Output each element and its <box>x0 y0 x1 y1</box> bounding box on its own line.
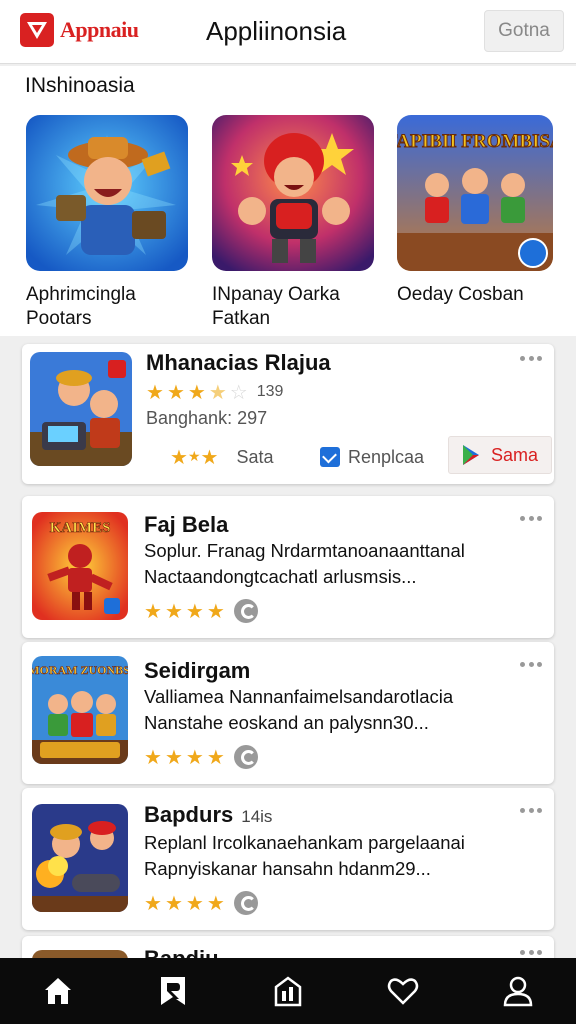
featured-card-2-name: INpanay Oarka Fatkan <box>212 284 340 329</box>
featured-section-label: INshinoasia <box>25 74 135 97</box>
highlight-meta: Banghank: 297 <box>146 408 268 428</box>
refresh-icon[interactable] <box>233 599 258 623</box>
home-icon <box>44 978 71 1004</box>
star-icon: ★ <box>185 891 204 915</box>
more-options-icon[interactable] <box>520 516 542 524</box>
highlight-star-label: Sata <box>236 446 274 467</box>
list-item-rating: ★ ★ ★ ★ <box>144 745 258 769</box>
star-icon: ★ <box>206 891 225 915</box>
list-item-desc-2: Nanstahe eoskand an palysnn30... <box>144 712 429 733</box>
featured-card-1-name: Aphrimcingla Pootars <box>26 284 136 329</box>
list-item-title: Faj Bela <box>144 512 229 537</box>
logo-text: Appnaiu <box>60 17 139 42</box>
highlight-secondary-button[interactable]: Renplcaa <box>320 438 432 476</box>
list-item[interactable]: KAIMES Faj Bela Soplur. Franag Nrdarmtan… <box>22 496 554 638</box>
person-icon <box>504 976 533 1007</box>
game-art-text: KAIMES <box>50 520 111 536</box>
star-icon: ★ <box>144 891 162 915</box>
featured-card-1[interactable]: Aphrimcingla Pootars <box>26 115 188 331</box>
star-icon: ★ <box>164 891 183 915</box>
highlight-card[interactable]: Mhanacias Rlajua ★ ★ ★ ★ ☆ 139 Banghank:… <box>22 344 554 484</box>
highlight-rating-count: 139 <box>256 383 284 400</box>
list-item-desc-1: Soplur. Franag Nrdarmtanoanaanttanal <box>144 540 465 561</box>
team-battle-icon: FAPIBII FROMBISA <box>397 115 553 271</box>
app-header: Appnaiu Appliinonsia Gotna <box>0 0 576 64</box>
empty-star-icon: ☆ <box>229 380 248 404</box>
list-item-title: Seidirgam <box>144 658 251 683</box>
star-icon: ★ <box>146 380 164 404</box>
more-options-icon[interactable] <box>520 808 542 816</box>
star-icon: ★ <box>164 599 183 623</box>
updates-icon <box>274 976 302 1007</box>
game-icon <box>32 804 128 912</box>
nav-profile[interactable] <box>488 966 548 1016</box>
refresh-icon[interactable] <box>233 745 258 769</box>
highlight-secondary-label: Renplcaa <box>348 446 425 467</box>
more-options-icon[interactable] <box>520 662 542 670</box>
game-icon: KAIMES <box>32 512 128 620</box>
heart-icon <box>387 978 419 1005</box>
list-item-title: Bapdurs 14is <box>144 802 273 827</box>
star-icon: ★ <box>187 380 206 404</box>
featured-card-3[interactable]: FAPIBII FROMBISA Oeday Cosban <box>397 115 553 307</box>
more-options-icon[interactable] <box>520 950 542 958</box>
logo-icon <box>20 13 54 47</box>
highlight-rating: ★ ★ ★ ★ ☆ 139 <box>146 382 283 402</box>
highlight-title: Mhanacias Rlajua <box>146 350 331 375</box>
game-icon: SMORAM ZUONBSA <box>32 656 128 764</box>
star-icon: ★ <box>166 380 185 404</box>
nav-home[interactable] <box>28 966 88 1016</box>
star-icon: ★ <box>144 599 162 623</box>
highlight-star-action[interactable]: ★ ★ ★ Sata <box>170 438 273 476</box>
highlight-primary-button[interactable]: Sama <box>448 436 552 474</box>
half-star-icon: ★ <box>208 380 227 404</box>
game-art-text: SMORAM ZUONBSA <box>32 663 128 677</box>
star-icon: ★ <box>164 745 183 769</box>
list-item-desc-1: Replanl Ircolkanaehankam pargelaanai <box>144 832 465 853</box>
featured-card-2[interactable]: INpanay Oarka Fatkan <box>212 115 374 331</box>
list-item-rating: ★ ★ ★ ★ <box>144 891 258 915</box>
highlight-primary-label: Sama <box>491 444 539 465</box>
red-helmet-hero-icon <box>212 115 374 271</box>
list-item[interactable]: Bapdurs 14is Replanl Ircolkanaehankam par… <box>22 788 554 930</box>
header-action-button[interactable]: Gotna <box>484 10 564 52</box>
checkbox-icon <box>320 447 340 467</box>
star-icon: ★ <box>170 445 188 469</box>
bottom-nav <box>0 958 576 1024</box>
cartoon-hero-icon <box>26 115 188 271</box>
list-item[interactable]: SMORAM ZUONBSA Seidirgam Valliamea Nanna… <box>22 642 554 784</box>
star-icon: ★ <box>206 599 225 623</box>
bookmark-icon <box>160 977 185 1005</box>
star-icon: ★ <box>200 445 219 469</box>
nav-favorites[interactable] <box>373 966 433 1016</box>
list-item-rating: ★ ★ ★ ★ <box>144 599 258 623</box>
highlight-game-icon <box>30 352 132 466</box>
team-battle-art-text: FAPIBII FROMBISA <box>397 131 553 152</box>
list-item-desc-2: Nactaandongtcachatl arlusmsis... <box>144 566 417 587</box>
star-icon: ★ <box>185 599 204 623</box>
app-logo[interactable]: Appnaiu <box>20 13 139 47</box>
star-icon: ★ <box>185 745 204 769</box>
star-icon: ★ <box>206 745 225 769</box>
more-options-icon[interactable] <box>520 356 542 364</box>
nav-updates[interactable] <box>258 966 318 1016</box>
list-item-desc-2: Rapnyiskanar hansahn hdanm29... <box>144 858 431 879</box>
refresh-icon[interactable] <box>233 891 258 915</box>
nav-library[interactable] <box>143 966 203 1016</box>
star-icon: ★ <box>187 449 201 465</box>
page-title: Appliinonsia <box>206 16 347 46</box>
star-icon: ★ <box>144 745 162 769</box>
play-store-icon <box>463 445 479 465</box>
list-item-desc-1: Valliamea Nannanfaimelsandarotlacia <box>144 686 454 707</box>
featured-card-3-name: Oeday Cosban <box>397 284 524 305</box>
